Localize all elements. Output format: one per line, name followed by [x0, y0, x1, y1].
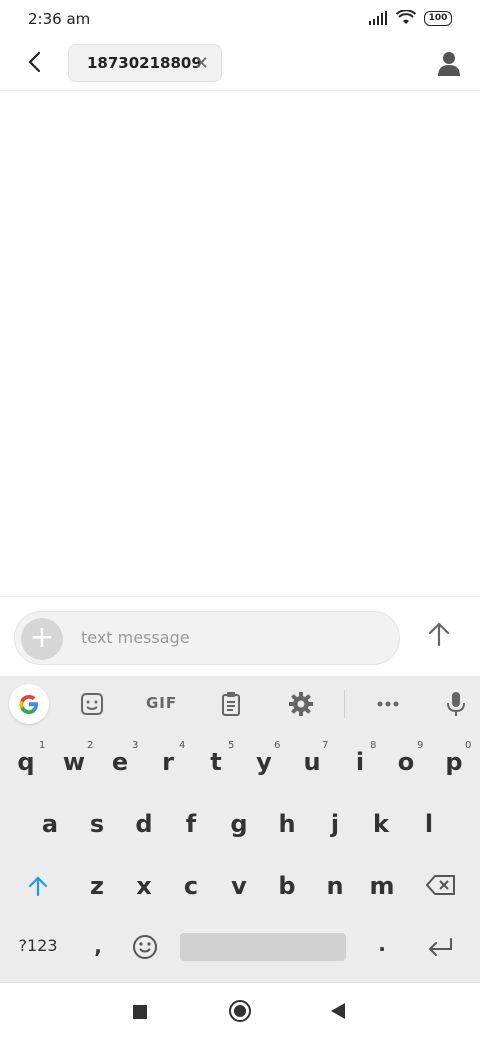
key-e[interactable]: e	[106, 748, 134, 776]
remove-recipient-icon[interactable]: ✕	[194, 53, 209, 74]
key-a[interactable]: a	[36, 810, 64, 838]
key-p[interactable]: p	[440, 748, 468, 776]
add-attachment-button[interactable]: +	[21, 618, 63, 660]
settings-gear-icon[interactable]	[285, 688, 317, 720]
key-b[interactable]: b	[273, 872, 301, 900]
emoji-icon[interactable]	[132, 934, 158, 960]
compose-bar: + text message	[0, 596, 480, 677]
key-q[interactable]: q	[12, 748, 40, 776]
key-x[interactable]: x	[130, 872, 158, 900]
key-h[interactable]: h	[273, 810, 301, 838]
key-d[interactable]: d	[130, 810, 158, 838]
key-t[interactable]: t	[202, 748, 230, 776]
keyboard-toolbar: GIF	[0, 676, 480, 732]
key-i[interactable]: i	[346, 748, 374, 776]
key-j[interactable]: j	[321, 810, 349, 838]
key-s[interactable]: s	[83, 810, 111, 838]
key-l[interactable]: l	[415, 810, 443, 838]
key-w[interactable]: w	[58, 748, 90, 776]
key-r[interactable]: r	[154, 748, 182, 776]
status-icons: 100	[368, 10, 452, 26]
key-n[interactable]: n	[321, 872, 349, 900]
key-k[interactable]: k	[367, 810, 395, 838]
clipboard-icon[interactable]	[215, 688, 247, 720]
status-time: 2:36 am	[28, 10, 91, 28]
contact-icon[interactable]	[434, 48, 464, 78]
key-u[interactable]: u	[298, 748, 326, 776]
key-m[interactable]: m	[366, 872, 398, 900]
backspace-icon[interactable]	[426, 874, 456, 896]
back-triangle-icon[interactable]	[331, 1003, 345, 1019]
wifi-icon	[396, 10, 416, 24]
gif-button[interactable]: GIF	[146, 694, 177, 712]
signal-icon	[369, 11, 387, 25]
key-v[interactable]: v	[225, 872, 253, 900]
key-o[interactable]: o	[392, 748, 420, 776]
google-button[interactable]	[9, 684, 49, 724]
recipient-number: 18730218809	[87, 54, 202, 72]
message-placeholder: text message	[81, 628, 190, 647]
send-arrow-icon[interactable]	[424, 619, 454, 649]
keyboard-row-1: 1 q 2 w 3 e 4 r 5 t 6 y 7 u 8 i 9 o 0 p	[0, 734, 480, 794]
message-input[interactable]: + text message	[14, 611, 400, 665]
enter-arrow-icon[interactable]	[426, 936, 454, 958]
key-c[interactable]: c	[177, 872, 205, 900]
home-circle-icon[interactable]	[229, 1000, 251, 1022]
key-y[interactable]: y	[250, 748, 278, 776]
keyboard: GIF 1 q 2 w 3 e 4 r 5 t 6 y 7 u 8 i 9 o …	[0, 676, 480, 982]
key-period[interactable]: .	[372, 932, 392, 956]
conversation-header: 18730218809 ✕	[0, 40, 480, 91]
google-logo-icon	[19, 695, 38, 714]
toolbar-divider	[344, 690, 345, 718]
shift-arrow-icon[interactable]	[26, 874, 50, 898]
key-symbols[interactable]: ?123	[16, 936, 60, 955]
more-options-icon[interactable]	[372, 688, 404, 720]
key-g[interactable]: g	[225, 810, 253, 838]
sticker-icon[interactable]	[76, 688, 108, 720]
key-f[interactable]: f	[177, 810, 205, 838]
battery-indicator: 100	[424, 10, 452, 26]
microphone-icon[interactable]	[440, 688, 472, 720]
recipient-chip[interactable]: 18730218809 ✕	[68, 44, 222, 82]
space-bar[interactable]	[180, 933, 346, 961]
key-comma[interactable]: ,	[88, 934, 108, 958]
status-bar: 2:36 am 100	[0, 0, 480, 40]
key-z[interactable]: z	[83, 872, 111, 900]
system-nav-bar	[0, 982, 480, 1041]
keyboard-row-2: a s d f g h j k l	[0, 796, 480, 856]
keyboard-row-3: z x c v b n m	[0, 858, 480, 918]
back-arrow-icon[interactable]	[22, 48, 50, 76]
recents-square-icon[interactable]	[133, 1005, 147, 1019]
